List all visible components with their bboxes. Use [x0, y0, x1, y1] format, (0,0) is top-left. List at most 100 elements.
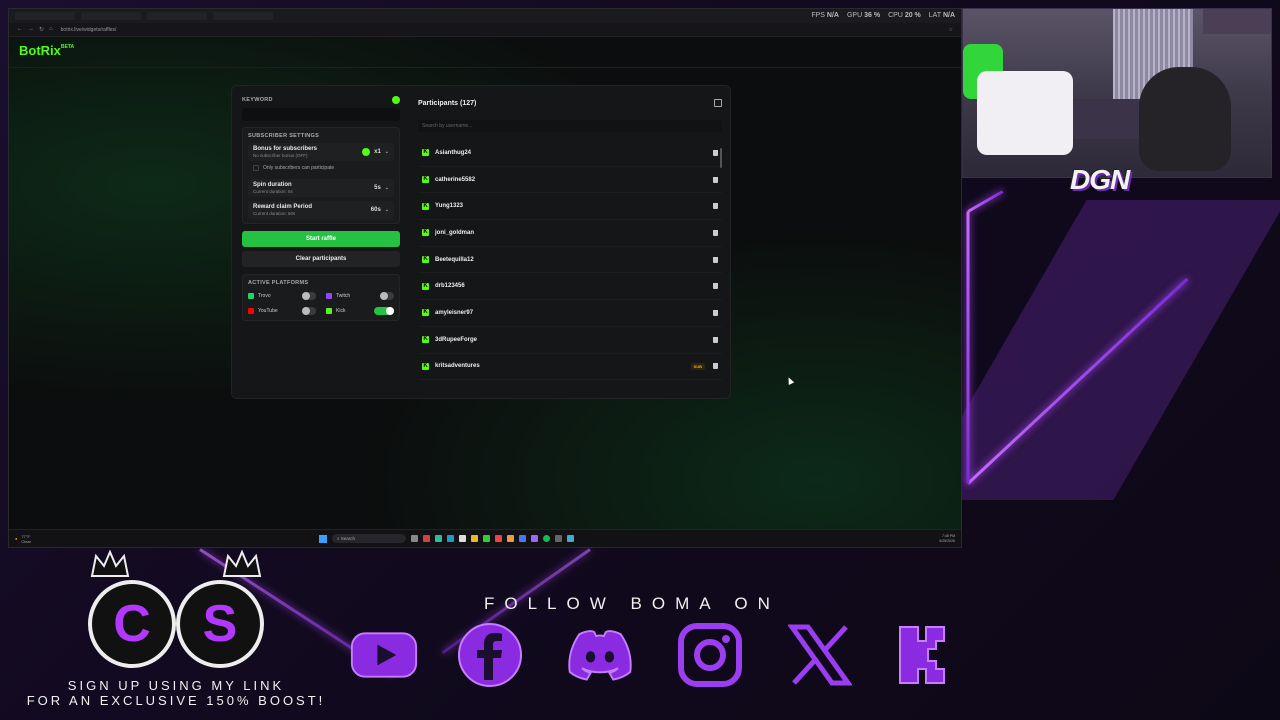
- instagram-icon[interactable]: [676, 622, 744, 688]
- botrix-logo[interactable]: BotRixBETA: [19, 43, 74, 58]
- chrome-icon[interactable]: [507, 535, 514, 542]
- trovo-icon: [248, 293, 254, 299]
- webcam-name: DGN: [1070, 164, 1130, 195]
- participant-row: K Beetequilla12: [418, 247, 722, 274]
- platform-toggle[interactable]: [380, 292, 394, 300]
- app-icon[interactable]: [519, 535, 526, 542]
- signup-line-2: FOR AN EXCLUSIVE 150% BOOST!: [26, 693, 326, 708]
- participant-list: K Asianthug24 Kcatherine5582 K Yung1323 Kjoni…: [418, 140, 722, 384]
- platform-toggle[interactable]: [302, 307, 316, 315]
- reward-value: 60s: [370, 207, 381, 213]
- participant-name: Yung1323: [435, 203, 464, 210]
- crown-icon: [90, 550, 130, 577]
- youtube-icon[interactable]: [350, 622, 418, 688]
- platform-trovo: Trovo: [248, 292, 316, 300]
- kick-icon: K: [422, 149, 429, 157]
- copy-icon[interactable]: [714, 99, 722, 107]
- participant-row: Kamyleisner97: [418, 300, 722, 327]
- platform-name: Twitch: [336, 293, 351, 299]
- participant-name: joni_goldman: [435, 229, 474, 236]
- kick-icon[interactable]: [894, 622, 962, 688]
- windows-start-icon[interactable]: [319, 534, 327, 543]
- browser-tab[interactable]: [15, 12, 75, 20]
- trash-icon[interactable]: [713, 363, 718, 370]
- x-icon[interactable]: [786, 622, 854, 688]
- browser-window: FPS N/A GPU 36 % CPU 20 % LAT N/A ← → ↻ …: [8, 8, 962, 548]
- crown-icon: [222, 550, 262, 577]
- trash-icon[interactable]: [713, 229, 718, 236]
- platform-label: Trovo: [248, 293, 271, 299]
- app-icon[interactable]: [531, 535, 538, 542]
- reward-select[interactable]: 60s ⌄: [371, 207, 389, 213]
- participant-name: drb123456: [435, 283, 465, 290]
- url-text[interactable]: botrix.live/widgets/raffles/: [61, 27, 941, 33]
- scrollbar[interactable]: [720, 148, 722, 168]
- app-icon[interactable]: [567, 535, 574, 542]
- facebook-icon[interactable]: [456, 622, 524, 688]
- sub-badge: SUB: [690, 362, 705, 370]
- app-icon[interactable]: [555, 535, 562, 542]
- spin-select[interactable]: 5s ⌄: [374, 185, 389, 191]
- trash-icon[interactable]: [713, 149, 718, 156]
- weather-widget[interactable]: ● 77°F Clear: [15, 534, 31, 544]
- browser-tab[interactable]: [147, 12, 207, 20]
- discord-icon[interactable]: [566, 622, 634, 688]
- participant-row: Kkritsadventures SUB: [418, 354, 722, 381]
- system-clock[interactable]: 7:48 PM 5/25/2026: [939, 534, 955, 543]
- signup-line-1: SIGN UP USING MY LINK: [67, 678, 285, 693]
- participants-panel: Participants (127) Search by username...…: [418, 96, 722, 392]
- trash-icon[interactable]: [713, 336, 718, 343]
- address-bar: ← → ↻ ⌂ botrix.live/widgets/raffles/ ☆: [9, 23, 961, 37]
- trash-icon[interactable]: [713, 309, 718, 316]
- bookmark-icon[interactable]: ☆: [949, 27, 953, 33]
- browser-tab[interactable]: [81, 12, 141, 20]
- bonus-setting: Bonus for subscribers No subscriber bonu…: [248, 143, 394, 161]
- reload-icon[interactable]: ↻: [39, 26, 44, 33]
- participant-row: K Yung1323: [418, 193, 722, 221]
- participant-row: Kjoni_goldman: [418, 220, 722, 247]
- start-raffle-button[interactable]: Start raffle: [242, 231, 400, 247]
- taskbar-search[interactable]: ⌕ Search: [332, 534, 406, 543]
- botrix-page: BotRixBETA KEYWORD SUBSCRIBER SETTINGS B…: [9, 37, 961, 529]
- platform-toggle[interactable]: [374, 307, 394, 315]
- home-icon[interactable]: ⌂: [49, 26, 53, 33]
- keyword-label: KEYWORD: [242, 97, 273, 103]
- hud-lat: LAT N/A: [928, 12, 955, 19]
- trash-icon[interactable]: [713, 203, 718, 210]
- app-icon[interactable]: [423, 535, 430, 542]
- platform-twitch: Twitch: [326, 292, 394, 300]
- platform-label: Kick: [326, 308, 345, 314]
- platform-toggle[interactable]: [302, 292, 316, 300]
- platform-label: YouTube: [248, 308, 278, 314]
- only-subs-checkbox[interactable]: [253, 165, 259, 171]
- trash-icon[interactable]: [713, 283, 718, 290]
- back-icon[interactable]: ←: [17, 26, 23, 33]
- app-icon[interactable]: [447, 535, 454, 542]
- platform-name: Kick: [336, 308, 346, 314]
- forward-icon[interactable]: →: [28, 26, 34, 33]
- platform-name: YouTube: [258, 308, 278, 314]
- app-icon[interactable]: [459, 535, 466, 542]
- clear-participants-button[interactable]: Clear participants: [242, 251, 400, 267]
- app-icon[interactable]: [435, 535, 442, 542]
- folder-icon[interactable]: [471, 535, 478, 542]
- trash-icon[interactable]: [713, 256, 718, 263]
- only-subs-option[interactable]: Only subscribers can participate: [248, 161, 394, 175]
- trash-icon[interactable]: [713, 176, 718, 183]
- reward-title: Reward claim Period: [253, 204, 313, 210]
- bonus-select[interactable]: x1 ⌄: [362, 148, 389, 156]
- keyword-input[interactable]: [242, 108, 400, 121]
- follow-heading: FOLLOW BOMA ON: [484, 594, 780, 613]
- kick-icon: K: [422, 176, 429, 184]
- raffle-settings: KEYWORD SUBSCRIBER SETTINGS Bonus for su…: [242, 96, 400, 321]
- app-icon[interactable]: [495, 535, 502, 542]
- cam-shelf: [1203, 9, 1271, 34]
- browser-tab[interactable]: [213, 12, 273, 20]
- spotify-icon[interactable]: [543, 535, 550, 542]
- bonus-sub: No subscriber bonus (OFF): [253, 153, 308, 158]
- app-icon[interactable]: [483, 535, 490, 542]
- info-icon[interactable]: [362, 148, 371, 156]
- participant-search-input[interactable]: Search by username...: [418, 120, 722, 132]
- task-view-icon[interactable]: [411, 535, 418, 542]
- info-icon[interactable]: [392, 96, 400, 104]
